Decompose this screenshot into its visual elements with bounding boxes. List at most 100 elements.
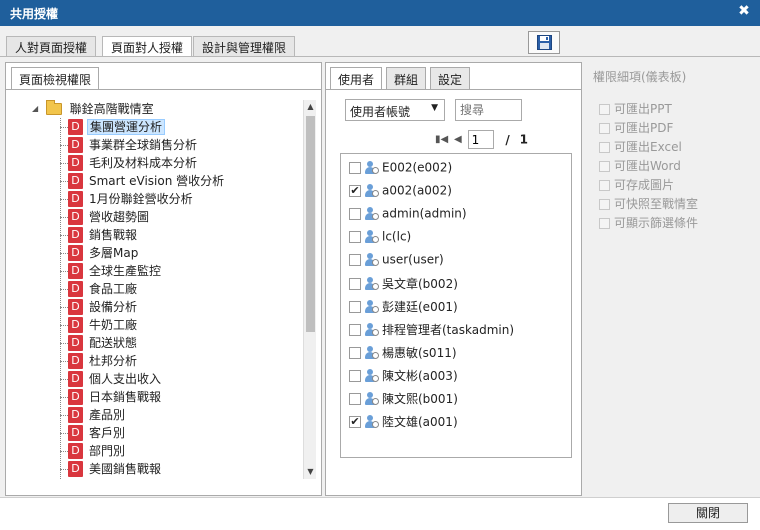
tree-item[interactable]: D 事業群全球銷售分析 xyxy=(60,136,226,154)
user-list-item[interactable]: 吳文章(b002) xyxy=(349,275,458,295)
dashboard-doc-icon: D xyxy=(68,370,83,387)
user-checkbox[interactable] xyxy=(349,369,361,382)
tree-branch-line xyxy=(60,181,68,182)
tab-person-to-page[interactable]: 人對頁面授權 xyxy=(6,36,97,56)
user-checkbox[interactable]: ✔ xyxy=(349,415,361,428)
user-list-item[interactable]: 楊惠敏(s011) xyxy=(349,344,457,364)
scroll-thumb[interactable] xyxy=(306,116,315,332)
dashboard-doc-icon: D xyxy=(68,424,83,441)
user-list-item[interactable]: user(user) xyxy=(349,252,444,272)
user-checkbox[interactable] xyxy=(349,207,361,220)
tree-scrollbar[interactable]: ▲ ▼ xyxy=(303,100,316,479)
page-number-input[interactable] xyxy=(467,130,494,149)
prev-page-icon[interactable]: ◀ xyxy=(454,134,462,145)
tree-item[interactable]: D 營收趨勢圖 xyxy=(60,208,226,226)
tab-users[interactable]: 使用者 xyxy=(330,67,383,90)
user-list-item[interactable]: ✔ a002(a002) xyxy=(349,183,452,203)
dashboard-doc-icon: D xyxy=(68,136,83,153)
user-list-item[interactable]: E002(e002) xyxy=(349,160,452,180)
dashboard-doc-icon: D xyxy=(68,172,83,189)
close-button[interactable]: 關閉 xyxy=(668,503,748,523)
user-checkbox[interactable] xyxy=(349,392,361,405)
tree-branch-line xyxy=(60,289,68,290)
tab-divider xyxy=(0,56,760,57)
tree-item[interactable]: D 個人支出收入 xyxy=(60,370,226,388)
user-list-item[interactable]: 排程管理者(taskadmin) xyxy=(349,321,514,341)
tab-groups[interactable]: 群組 xyxy=(386,67,427,89)
tree-item-label: 事業群全球銷售分析 xyxy=(89,138,198,152)
permission-checkbox xyxy=(599,104,610,115)
tree-item[interactable]: D 日本銷售戰報 xyxy=(60,388,226,406)
tree-branch-line xyxy=(60,235,68,236)
user-list-item[interactable]: 陳文熙(b001) xyxy=(349,390,458,410)
tree-item-label: 營收趨勢圖 xyxy=(89,210,150,224)
tree-item[interactable]: D 食品工廠 xyxy=(60,280,226,298)
dashboard-doc-icon: D xyxy=(68,388,83,405)
permission-checkbox xyxy=(599,142,610,153)
permission-label: 可顯示篩選條件 xyxy=(614,216,699,230)
tree-item[interactable]: D 客戶別 xyxy=(60,424,226,442)
dashboard-doc-icon: D xyxy=(68,262,83,279)
user-checkbox[interactable] xyxy=(349,346,361,359)
user-label: E002(e002) xyxy=(382,160,453,175)
permission-label: 可存成圖片 xyxy=(614,178,675,192)
tab-page-view-permission[interactable]: 頁面檢視權限 xyxy=(11,67,100,90)
tree-item[interactable]: D 牛奶工廠 xyxy=(60,316,226,334)
page-tree: ◢ 聯銓高階戰情室 D 集團營運分析 D 事業群全球銷售分析 D 毛利及材料成本分析 D Sm… xyxy=(28,100,308,479)
tree-item[interactable]: D Smart eVision 營收分析 xyxy=(60,172,226,190)
tree-item[interactable]: D 杜邦分析 xyxy=(60,352,226,370)
pager: ▮◀ ◀ / 1 xyxy=(435,130,528,150)
scroll-up-icon[interactable]: ▲ xyxy=(304,100,317,114)
user-list-item[interactable]: ✔ 陸文雄(a001) xyxy=(349,413,458,433)
tree-branch-line xyxy=(60,307,68,308)
tree-item[interactable]: D 全球生產監控 xyxy=(60,262,226,280)
tree-branch-line xyxy=(60,253,68,254)
tree-root[interactable]: ◢ 聯銓高階戰情室 xyxy=(32,100,156,118)
tree-item[interactable]: D 銷售戰報 xyxy=(60,226,226,244)
search-input[interactable] xyxy=(455,99,522,121)
tab-page-to-person[interactable]: 頁面對人授權 xyxy=(102,36,193,57)
tree-item[interactable]: D 集團營運分析 xyxy=(60,118,226,136)
tree-item[interactable]: D 部門別 xyxy=(60,442,226,460)
tree-item-label: 毛利及材料成本分析 xyxy=(89,156,198,170)
tree-branch-line xyxy=(60,469,68,470)
search-field-select[interactable]: 使用者帳號 ▼ xyxy=(345,99,445,121)
dashboard-doc-icon: D xyxy=(68,244,83,261)
save-button[interactable] xyxy=(528,31,560,54)
user-list-item[interactable]: 陳文彬(a003) xyxy=(349,367,458,387)
tab-design-admin[interactable]: 設計與管理權限 xyxy=(193,36,296,56)
scroll-down-icon[interactable]: ▼ xyxy=(304,465,317,479)
user-checkbox[interactable] xyxy=(349,300,361,313)
tree-item[interactable]: D 1月份聯銓營收分析 xyxy=(60,190,226,208)
tree-item[interactable]: D 美國銷售戰報 xyxy=(60,460,226,478)
tree-item-label: 食品工廠 xyxy=(89,282,138,296)
user-checkbox[interactable] xyxy=(349,161,361,174)
user-list-item[interactable]: admin(admin) xyxy=(349,206,467,226)
tree-item[interactable]: D 設備分析 xyxy=(60,298,226,316)
user-checkbox[interactable] xyxy=(349,323,361,336)
permission-label: 可匯出Excel xyxy=(614,140,682,154)
user-checkbox[interactable]: ✔ xyxy=(349,184,361,197)
user-checkbox[interactable] xyxy=(349,277,361,290)
tree-item[interactable]: D 毛利及材料成本分析 xyxy=(60,154,226,172)
collapse-toggle-icon[interactable]: ◢ xyxy=(32,104,42,113)
tree-item[interactable]: D 多層Map xyxy=(60,244,226,262)
tree-item[interactable]: D 配送狀態 xyxy=(60,334,226,352)
tab-settings[interactable]: 設定 xyxy=(430,67,471,89)
permission-checkbox xyxy=(599,180,610,191)
user-checkbox[interactable] xyxy=(349,253,361,266)
tree-item[interactable]: D 產品別 xyxy=(60,406,226,424)
tree-items: D 集團營運分析 D 事業群全球銷售分析 D 毛利及材料成本分析 D Smart eVisio… xyxy=(60,118,226,478)
close-icon[interactable]: ✖ xyxy=(736,3,752,21)
dialog-titlebar: 共用授權 ✖ xyxy=(0,0,760,26)
tree-item-label: Smart eVision 營收分析 xyxy=(89,174,225,188)
user-list-item[interactable]: 彭建廷(e001) xyxy=(349,298,458,318)
permission-label: 可匯出Word xyxy=(614,159,681,173)
tree-branch-line xyxy=(60,145,68,146)
user-checkbox[interactable] xyxy=(349,230,361,243)
tree-item-label: 杜邦分析 xyxy=(89,354,138,368)
user-list-item[interactable]: lc(lc) xyxy=(349,229,411,249)
search-field-value: 使用者帳號 xyxy=(350,105,411,119)
first-page-icon[interactable]: ▮◀ xyxy=(435,134,448,145)
tree-item-label: 1月份聯銓營收分析 xyxy=(89,192,193,206)
